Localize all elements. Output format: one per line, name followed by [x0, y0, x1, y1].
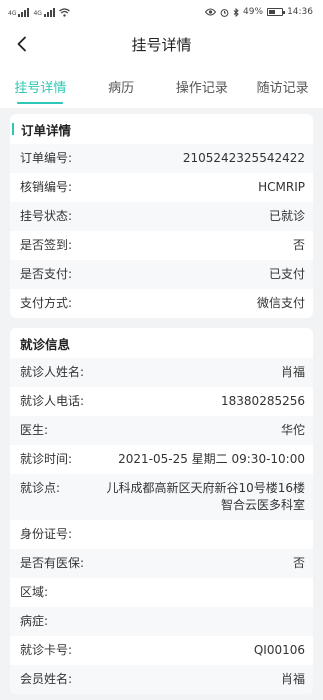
row-label: 病症: — [20, 614, 49, 628]
row-value: 18380285256 — [221, 394, 305, 408]
row-label: 支付方式: — [20, 296, 73, 310]
page-title: 挂号详情 — [131, 35, 192, 54]
detail-row: 就诊点: 儿科成都高新区天府新谷10号楼16楼智合云医多科室 — [10, 474, 313, 520]
row-label: 是否支付: — [20, 267, 73, 281]
wifi-icon — [59, 7, 70, 17]
order-detail-section-header: 订单详情 — [10, 114, 313, 144]
row-value: QI00106 — [253, 643, 305, 657]
row-label: 是否签到: — [20, 238, 73, 252]
row-label: 就诊卡号: — [20, 643, 73, 657]
row-value: 否 — [292, 238, 305, 252]
section-accent-bar — [12, 123, 14, 135]
row-value: 华佗 — [280, 423, 305, 437]
status-bar-right: 49% 14:36 — [205, 7, 313, 17]
detail-row: 支付方式: 微信支付 — [10, 289, 313, 318]
detail-row: 是否签到: 否 — [10, 231, 313, 260]
detail-row: 就诊人姓名: 肖福 — [10, 358, 313, 387]
visit-info-section-header: 就诊信息 — [10, 328, 313, 358]
detail-row: 是否支付: 已支付 — [10, 260, 313, 289]
detail-row: 挂号状态: 已就诊 — [10, 202, 313, 231]
detail-row: 就诊卡号: QI00106 — [10, 636, 313, 665]
detail-row: 病症: — [10, 607, 313, 636]
row-label: 会员姓名: — [20, 672, 73, 686]
network-type-label: 4G — [8, 9, 17, 17]
nav-bar: 挂号详情 — [0, 24, 323, 64]
alarm-icon — [220, 8, 229, 17]
row-label: 医生: — [20, 423, 49, 437]
row-label: 区域: — [20, 585, 49, 599]
detail-row: 就诊时间: 2021-05-25 星期二 09:30-10:00 — [10, 445, 313, 474]
row-label: 订单编号: — [20, 151, 73, 165]
detail-row: 核销编号: HCMRIP — [10, 173, 313, 202]
row-label: 就诊点: — [20, 481, 61, 495]
detail-row: 订单编号: 2105242325542422 — [10, 144, 313, 173]
row-value: HCMRIP — [258, 180, 305, 194]
row-label: 就诊人电话: — [20, 394, 85, 408]
row-label: 身份证号: — [20, 527, 73, 541]
clock: 14:36 — [287, 7, 313, 17]
signal-icon: 4G — [8, 7, 30, 17]
order-detail-list: 订单编号: 2105242325542422 核销编号: HCMRIP 挂号状态: 已… — [10, 144, 313, 318]
tab-medical-record[interactable]: 病历 — [81, 64, 162, 108]
row-value: 肖福 — [280, 672, 305, 686]
bluetooth-icon — [233, 7, 239, 17]
row-label: 挂号状态: — [20, 209, 73, 223]
tab-registration-detail[interactable]: 挂号详情 — [0, 64, 81, 108]
main-content: 订单详情 订单编号: 2105242325542422 核销编号: HCMRIP 挂… — [0, 108, 323, 694]
row-value: 儿科成都高新区天府新谷10号楼16楼智合云医多科室 — [106, 481, 305, 512]
detail-row: 身份证号: — [10, 520, 313, 549]
detail-row: 就诊人电话: 18380285256 — [10, 387, 313, 416]
row-value: 已支付 — [268, 267, 305, 281]
detail-row: 区域: — [10, 578, 313, 607]
section-title: 订单详情 — [21, 122, 72, 138]
battery-percent: 49% — [243, 7, 264, 17]
visit-info-card: 就诊信息 就诊人姓名: 肖福 就诊人电话: 18380285256 医生: 华佗 就诊… — [10, 328, 313, 694]
status-bar: 4G 4G 49% 14:36 — [0, 0, 323, 24]
row-value: 肖福 — [280, 365, 305, 379]
order-detail-card: 订单详情 订单编号: 2105242325542422 核销编号: HCMRIP 挂… — [10, 114, 313, 318]
status-bar-left: 4G 4G — [8, 7, 70, 17]
tab-bar: 挂号详情 病历 操作记录 随访记录 — [0, 64, 323, 108]
tab-operation-log[interactable]: 操作记录 — [162, 64, 243, 108]
row-label: 核销编号: — [20, 180, 73, 194]
tab-follow-up-record[interactable]: 随访记录 — [242, 64, 323, 108]
row-value: 2105242325542422 — [182, 151, 305, 165]
chevron-left-icon — [17, 36, 26, 52]
detail-row: 医生: 华佗 — [10, 416, 313, 445]
eye-icon — [205, 8, 217, 16]
battery-icon — [267, 8, 286, 16]
back-button[interactable] — [10, 32, 34, 56]
detail-row: 会员姓名: 肖福 — [10, 665, 313, 694]
row-value: 已就诊 — [268, 209, 305, 223]
detail-row: 是否有医保: 否 — [10, 549, 313, 578]
row-label: 就诊时间: — [20, 452, 73, 466]
row-value: 否 — [292, 556, 305, 570]
network-type-label: 4G — [33, 9, 42, 17]
section-title: 就诊信息 — [20, 336, 71, 352]
row-label: 是否有医保: — [20, 556, 85, 570]
row-value: 2021-05-25 星期二 09:30-10:00 — [118, 452, 305, 466]
signal-icon: 4G — [33, 7, 55, 17]
row-value: 微信支付 — [256, 296, 305, 310]
visit-info-list: 就诊人姓名: 肖福 就诊人电话: 18380285256 医生: 华佗 就诊时间: 20… — [10, 358, 313, 694]
row-label: 就诊人姓名: — [20, 365, 85, 379]
